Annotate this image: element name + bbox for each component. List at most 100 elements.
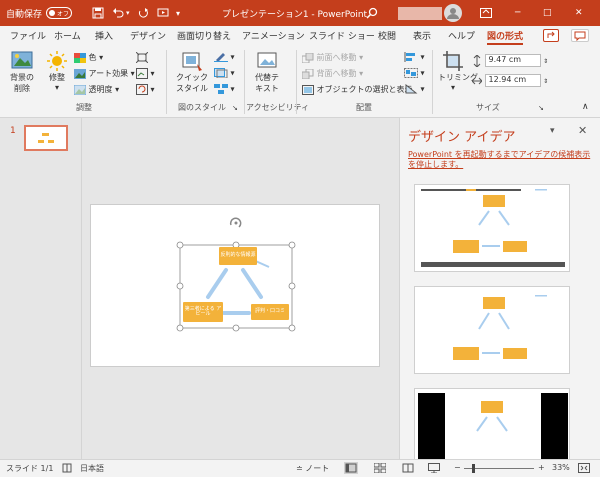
account-name[interactable] [398, 0, 442, 26]
close-button[interactable]: ✕ [575, 0, 583, 26]
width-icon [472, 77, 482, 84]
alt-text-button[interactable]: 代替テ キスト [252, 50, 282, 94]
tab-review[interactable]: 校閲 [378, 29, 396, 42]
tab-insert[interactable]: 挿入 [95, 29, 113, 42]
remove-background-button[interactable]: 背景の 削除 [8, 50, 36, 94]
title-bar: 自動保存 オフ ▾ ▾ プレゼンテーション1 - PowerPoint ─ □ … [0, 0, 600, 26]
maximize-button[interactable]: □ [543, 0, 552, 26]
ribbon-tabs: ファイル ホーム 挿入 デザイン 画面切り替え アニメーション スライド ショー… [0, 26, 600, 46]
picture-effects-icon[interactable]: ▾ [214, 68, 235, 78]
design-idea-card-3[interactable] [414, 388, 570, 459]
corrections-button[interactable]: 修整 ▾ [44, 50, 70, 92]
slideshow-icon[interactable] [428, 463, 440, 475]
picture-layout-icon[interactable]: ▾ [214, 84, 235, 94]
minimize-button[interactable]: ─ [515, 0, 520, 26]
autosave-label: 自動保存 [6, 9, 43, 20]
remove-background-icon [11, 51, 33, 69]
zoom-out-button[interactable]: − [454, 463, 461, 472]
slide-sorter-icon[interactable] [373, 462, 387, 475]
search-icon[interactable] [366, 0, 378, 26]
width-spinner[interactable]: ⇕ [543, 78, 548, 85]
group-label-arrange: 配置 [356, 103, 372, 112]
language-indicator[interactable]: 日本語 [80, 463, 104, 474]
reset-picture-icon[interactable]: ▾ [136, 84, 155, 95]
fit-to-window-icon[interactable] [578, 463, 590, 475]
change-picture-icon[interactable]: ▾ [136, 68, 155, 79]
corrections-icon [47, 51, 67, 71]
tab-animations[interactable]: アニメーション [242, 29, 305, 42]
slide-number: 1 [10, 126, 16, 136]
share-button[interactable] [543, 29, 559, 42]
crop-button[interactable]: トリミング ▾ [438, 50, 478, 92]
slide-canvas[interactable]: 反則的な情報源 第三者による アピール 評判・口コミ [90, 204, 380, 367]
artistic-effects-button[interactable]: アート効果 ▾ [74, 68, 135, 79]
comments-button[interactable] [571, 29, 589, 42]
ribbon-display-options-icon[interactable] [480, 0, 492, 26]
redo-icon[interactable] [137, 0, 149, 26]
group-objects-icon[interactable]: ▾ [404, 68, 425, 78]
undo-dropdown-icon[interactable]: ▾ [126, 0, 130, 26]
autosave-toggle[interactable]: オフ [46, 7, 73, 19]
compress-pictures-icon[interactable] [136, 52, 148, 63]
color-button[interactable]: 色 ▾ [74, 52, 103, 63]
design-ideas-message[interactable]: PowerPoint を再起動するまでアイデアの候補表示を停止します。 [408, 150, 593, 171]
height-spinner[interactable]: ⇕ [543, 58, 548, 65]
width-field-group: 12.94 cm ⇕ [472, 74, 548, 87]
group-label-adjust: 調整 [76, 103, 92, 112]
diagram-top-node[interactable]: 反則的な情報源 [219, 247, 257, 265]
close-pane-icon[interactable]: ✕ [578, 124, 587, 137]
transparency-icon [74, 84, 86, 95]
tab-help[interactable]: ヘルプ [448, 29, 475, 42]
height-field-group: 9.47 cm ⇕ [472, 54, 548, 67]
zoom-slider-thumb[interactable] [472, 464, 475, 473]
tab-home[interactable]: ホーム [54, 29, 81, 42]
tab-design[interactable]: デザイン [130, 29, 166, 42]
group-label-size: サイズ [476, 103, 500, 112]
spell-check-icon[interactable] [62, 463, 72, 475]
bring-forward-button[interactable]: 前面へ移動 ▾ [302, 52, 363, 63]
zoom-level[interactable]: 33% [552, 463, 570, 472]
reading-view-icon[interactable] [402, 463, 414, 475]
tab-slideshow[interactable]: スライド ショー [309, 29, 375, 42]
slide-indicator: スライド 1/1 [6, 464, 54, 473]
align-icon[interactable]: ▾ [404, 52, 425, 62]
start-from-beginning-icon[interactable] [157, 0, 169, 26]
normal-view-icon[interactable] [344, 462, 358, 476]
width-input[interactable]: 12.94 cm [484, 74, 541, 87]
customize-qat-icon[interactable]: ▾ [176, 0, 180, 26]
avatar[interactable] [444, 0, 462, 26]
selection-pane-icon [302, 84, 314, 95]
design-idea-card-1[interactable] [414, 184, 570, 272]
send-backward-button[interactable]: 背面へ移動 ▾ [302, 68, 363, 79]
collapse-ribbon-icon[interactable]: ∧ [582, 102, 589, 112]
diagram-left-node[interactable]: 第三者による アピール [183, 302, 223, 322]
color-icon [74, 52, 86, 63]
size-launcher-icon[interactable]: ↘ [538, 104, 544, 112]
group-label-accessibility: アクセシビリティ [246, 103, 310, 112]
slide-editor: 反則的な情報源 第三者による アピール 評判・口コミ [83, 118, 398, 459]
transparency-button[interactable]: 透明度 ▾ [74, 84, 119, 95]
design-ideas-title: デザイン アイデア [408, 130, 516, 145]
undo-icon[interactable] [112, 0, 124, 26]
crop-icon [443, 51, 463, 71]
rotate-icon[interactable]: ▾ [404, 84, 425, 94]
slide-thumbnail[interactable] [24, 125, 68, 151]
notes-button[interactable]: ≐ ノート [296, 463, 329, 474]
design-idea-card-2[interactable] [414, 286, 570, 374]
diagram-right-node[interactable]: 評判・口コミ [251, 304, 289, 320]
save-icon[interactable] [92, 0, 104, 26]
tab-file[interactable]: ファイル [10, 29, 46, 42]
tab-picture-format[interactable]: 図の形式 [487, 29, 524, 45]
status-bar: スライド 1/1 日本語 ≐ ノート − + 33% [0, 459, 600, 477]
autosave-group: 自動保存 オフ [6, 0, 73, 26]
send-backward-icon [302, 68, 314, 79]
pane-options-icon[interactable]: ▾ [550, 126, 555, 136]
selection-pane-button[interactable]: オブジェクトの選択と表示 [302, 84, 413, 95]
zoom-in-button[interactable]: + [538, 463, 545, 472]
quick-styles-button[interactable]: クイック スタイル [176, 50, 208, 94]
picture-styles-launcher-icon[interactable]: ↘ [232, 104, 238, 112]
tab-transitions[interactable]: 画面切り替え [177, 29, 231, 42]
height-input[interactable]: 9.47 cm [484, 54, 541, 67]
tab-view[interactable]: 表示 [413, 29, 431, 42]
picture-border-icon[interactable]: ▾ [214, 52, 235, 62]
